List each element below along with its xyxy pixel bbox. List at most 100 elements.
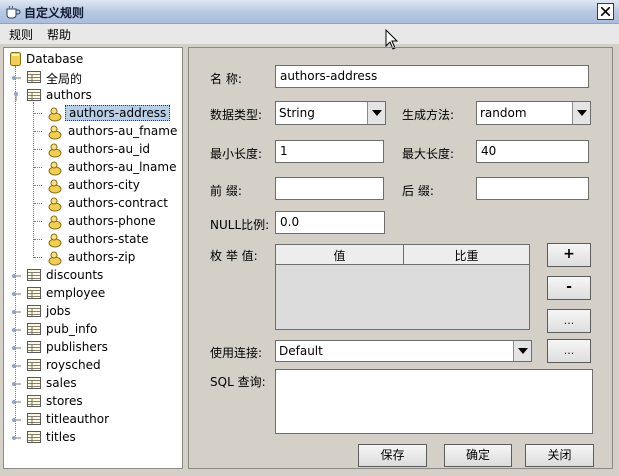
- table-icon: [27, 287, 41, 299]
- genmethod-dropdown-button[interactable]: [572, 102, 590, 124]
- expanded-handle-icon[interactable]: [11, 91, 21, 101]
- tree-column-authors-phone[interactable]: authors-phone: [4, 213, 180, 231]
- maxlen-field[interactable]: 40: [476, 140, 589, 163]
- connection-label: 使用连接:: [210, 346, 263, 360]
- tree-item-discounts[interactable]: discounts: [4, 267, 180, 285]
- connection-select[interactable]: Default: [275, 340, 532, 362]
- chevron-down-icon: [518, 348, 528, 354]
- name-field[interactable]: authors-address: [275, 65, 589, 88]
- enum-table-header: 值 比重: [276, 245, 529, 265]
- column-rule-icon: [48, 233, 62, 248]
- window-title: 自定义规则: [24, 6, 85, 20]
- tree-item-publishers[interactable]: publishers: [4, 339, 180, 357]
- tree-item-label: publishers: [46, 340, 108, 354]
- table-icon: [27, 431, 41, 443]
- database-icon: [10, 52, 21, 66]
- table-icon: [27, 269, 41, 281]
- prefix-field[interactable]: [275, 177, 384, 200]
- collapsed-handle-icon[interactable]: [11, 433, 21, 443]
- column-rule-icon: [48, 197, 62, 212]
- sql-query-field[interactable]: [275, 369, 593, 434]
- add-enum-button[interactable]: +: [547, 243, 591, 267]
- table-icon: [27, 341, 41, 353]
- tree-item-global[interactable]: 全局的: [4, 69, 180, 87]
- tree-root[interactable]: Database: [10, 51, 180, 69]
- suffix-field[interactable]: [476, 177, 589, 200]
- tree-item-roysched[interactable]: roysched: [4, 357, 180, 375]
- tree-item-label: titles: [46, 430, 76, 444]
- connection-dropdown-button[interactable]: [513, 341, 531, 361]
- tree-item-label: authors-au_id: [68, 142, 151, 156]
- tree-connector: [34, 203, 42, 204]
- tree-item-titles[interactable]: titles: [4, 429, 180, 447]
- tree-column-authors-address[interactable]: authors-address: [4, 105, 180, 123]
- genmethod-value: random: [480, 106, 527, 120]
- tree-item-label: titleauthor: [46, 412, 110, 426]
- table-icon: [27, 89, 41, 101]
- collapsed-handle-icon[interactable]: [11, 415, 21, 425]
- connection-value: Default: [279, 344, 323, 358]
- tree-item-employee[interactable]: employee: [4, 285, 180, 303]
- menu-help[interactable]: 帮助: [47, 26, 71, 43]
- chevron-down-icon: [372, 110, 382, 116]
- tree-column-authors-city[interactable]: authors-city: [4, 177, 180, 195]
- nullratio-field[interactable]: 0.0: [275, 211, 385, 234]
- tree-item-label: authors-phone: [68, 214, 156, 228]
- tree-item-label: 全局的: [46, 72, 83, 86]
- minlen-field[interactable]: 1: [275, 140, 384, 163]
- tree-item-label: stores: [46, 394, 83, 408]
- tree-item-stores[interactable]: stores: [4, 393, 180, 411]
- datatype-select[interactable]: String: [275, 101, 386, 125]
- save-button[interactable]: 保存: [358, 444, 427, 467]
- collapsed-handle-icon[interactable]: [11, 343, 21, 353]
- nullratio-label: NULL比例:: [210, 218, 270, 232]
- tree-item-authors[interactable]: authors: [4, 87, 180, 105]
- datatype-label: 数据类型:: [210, 108, 263, 122]
- enum-table[interactable]: 值 比重: [275, 244, 530, 330]
- remove-enum-button[interactable]: -: [547, 276, 591, 300]
- collapsed-handle-icon[interactable]: [11, 271, 21, 281]
- tree-item-label: authors-zip: [68, 250, 136, 264]
- collapsed-handle-icon[interactable]: [11, 379, 21, 389]
- enum-col-value[interactable]: 值: [276, 245, 403, 264]
- tree-column-authors-state[interactable]: authors-state: [4, 231, 180, 249]
- table-icon: [27, 305, 41, 317]
- enum-more-button[interactable]: ...: [547, 309, 591, 333]
- tree-item-label: employee: [46, 286, 106, 300]
- app-cup-icon: [5, 5, 21, 19]
- enum-col-weight[interactable]: 比重: [403, 245, 529, 264]
- collapsed-handle-icon[interactable]: [11, 397, 21, 407]
- close-button[interactable]: 关闭: [525, 444, 594, 467]
- collapsed-handle-icon[interactable]: [11, 73, 21, 83]
- tree-item-sales[interactable]: sales: [4, 375, 180, 393]
- tree-column-authors-au_lname[interactable]: authors-au_lname: [4, 159, 180, 177]
- tree-column-authors-au_fname[interactable]: authors-au_fname: [4, 123, 180, 141]
- tree-item-titleauthor[interactable]: titleauthor: [4, 411, 180, 429]
- menu-rules[interactable]: 规则: [9, 26, 33, 43]
- tree-column-authors-zip[interactable]: authors-zip: [4, 249, 180, 267]
- collapsed-handle-icon[interactable]: [11, 307, 21, 317]
- tree-connector: [34, 113, 42, 114]
- table-icon: [27, 71, 41, 83]
- tree-item-label: sales: [46, 376, 77, 390]
- collapsed-handle-icon[interactable]: [11, 361, 21, 371]
- tree-column-authors-au_id[interactable]: authors-au_id: [4, 141, 180, 159]
- ok-button[interactable]: 确定: [444, 444, 512, 467]
- genmethod-select[interactable]: random: [476, 101, 591, 125]
- tree-item-label: authors-city: [68, 178, 140, 192]
- tree-item-pub_info[interactable]: pub_info: [4, 321, 180, 339]
- chevron-down-icon: [577, 110, 587, 116]
- tree-column-authors-contract[interactable]: authors-contract: [4, 195, 180, 213]
- datatype-dropdown-button[interactable]: [367, 102, 385, 124]
- table-tree[interactable]: Database 全局的 authors authors-address aut…: [3, 47, 183, 469]
- close-window-button[interactable]: [597, 3, 614, 20]
- connection-more-button[interactable]: ...: [547, 339, 591, 363]
- tree-root-label: Database: [26, 52, 84, 66]
- title-bar: 自定义规则: [0, 0, 619, 24]
- tree-item-label: discounts: [46, 268, 104, 282]
- collapsed-handle-icon[interactable]: [11, 289, 21, 299]
- tree-item-jobs[interactable]: jobs: [4, 303, 180, 321]
- column-rule-icon: [48, 107, 62, 122]
- minlen-label: 最小长度:: [210, 147, 263, 161]
- collapsed-handle-icon[interactable]: [11, 325, 21, 335]
